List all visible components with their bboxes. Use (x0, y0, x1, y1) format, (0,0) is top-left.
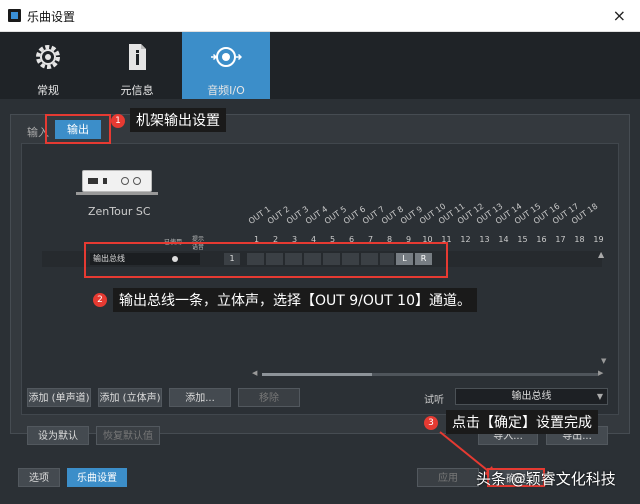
device-name: ZenTour SC (88, 205, 151, 218)
col-num-13: 13 (479, 235, 490, 244)
annotation-badge-3: 3 (424, 416, 438, 430)
gear-icon (36, 45, 60, 69)
scroll-right-icon[interactable]: ▶ (598, 369, 603, 377)
col-num-15: 15 (517, 235, 528, 244)
scroll-left-icon[interactable]: ◀ (252, 369, 257, 377)
annotation-badge-2: 2 (93, 293, 107, 307)
set-default-button[interactable]: 设为默认 (27, 426, 89, 445)
add-stereo-button[interactable]: 添加 (立体声) (98, 388, 162, 407)
device-image (82, 170, 152, 192)
app-icon (8, 9, 21, 22)
window-title: 乐曲设置 (27, 10, 76, 24)
audition-select[interactable]: 输出总线 ▼ (455, 388, 608, 405)
highlight-box-bus-row (84, 242, 448, 278)
annotation-text-1: 机架输出设置 (130, 108, 226, 132)
title-bar: 乐曲设置 × (0, 0, 640, 32)
col-num-18: 18 (574, 235, 585, 244)
add-more-button[interactable]: 添加... (169, 388, 231, 407)
audio-io-icon (211, 47, 242, 67)
col-num-14: 14 (498, 235, 509, 244)
top-tab-bar: 常规 元信息 音频I/O (0, 32, 640, 99)
tab-general-label: 常规 (37, 84, 59, 97)
apply-button[interactable]: 应用 (417, 468, 479, 487)
tab-general[interactable]: 常规 (4, 32, 92, 99)
highlight-box-output-tab (45, 114, 111, 144)
audition-value: 输出总线 (511, 391, 552, 402)
col-num-12: 12 (460, 235, 471, 244)
document-info-icon (129, 44, 146, 70)
device-stand (76, 192, 158, 195)
col-num-19: 19 (593, 235, 604, 244)
song-setup-window: 常规 元信息 音频I/O 输入 输出 1 机架输出设置 ZenTour SC O… (0, 32, 640, 504)
tab-meta-info[interactable]: 元信息 (93, 32, 181, 99)
audition-label: 试听 (424, 395, 444, 406)
close-icon[interactable]: × (613, 6, 626, 25)
remove-button[interactable]: 移除 (238, 388, 300, 407)
chevron-down-icon: ▼ (596, 392, 603, 401)
add-mono-button[interactable]: 添加 (单声道) (27, 388, 91, 407)
scroll-up-icon[interactable]: ▲ (598, 250, 604, 259)
song-setup-button[interactable]: 乐曲设置 (67, 468, 127, 487)
annotation-text-2: 输出总线一条，立体声，选择【OUT 9/OUT 10】通道。 (113, 288, 477, 312)
options-button[interactable]: 选项 (18, 468, 60, 487)
restore-default-button[interactable]: 恢复默认值 (96, 426, 160, 445)
tab-meta-info-label: 元信息 (120, 84, 154, 97)
tab-audio-io-label: 音频I/O (207, 84, 245, 97)
tab-audio-io[interactable]: 音频I/O (182, 32, 270, 99)
watermark: 头条 @颖睿文化科技 (476, 470, 616, 488)
col-num-17: 17 (555, 235, 566, 244)
col-num-16: 16 (536, 235, 547, 244)
horizontal-scrollbar[interactable] (262, 373, 598, 376)
annotation-badge-1: 1 (111, 114, 125, 128)
scroll-down-icon[interactable]: ▼ (601, 357, 606, 365)
